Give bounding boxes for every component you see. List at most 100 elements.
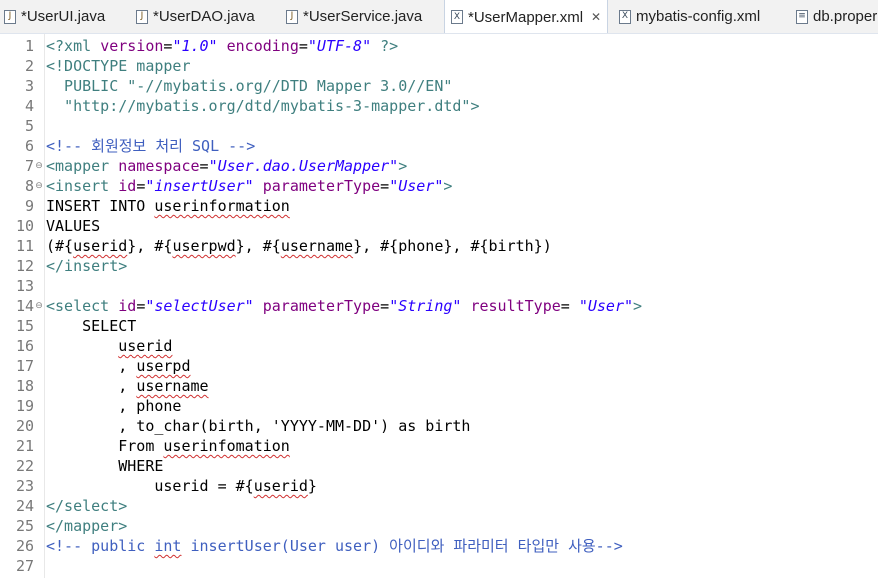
line-number: 25 xyxy=(15,517,34,535)
tag-close: > xyxy=(633,297,643,315)
attr-value: "String" xyxy=(389,297,462,315)
xml-comment: <!-- public xyxy=(46,537,155,555)
sql-text: VALUES xyxy=(46,217,101,235)
line-number: 15 xyxy=(15,317,34,335)
tag-close: > xyxy=(398,157,408,175)
attr-value: "User.dao.UserMapper" xyxy=(208,157,399,175)
close-tab-icon[interactable]: ✕ xyxy=(591,10,601,24)
attr-name: namespace xyxy=(118,157,200,175)
code-line-8: <insert id="insertUser" parameterType="U… xyxy=(46,176,452,196)
fold-toggle-icon[interactable]: ⊖ xyxy=(34,176,44,196)
sql-text: }, #{phone}, #{birth}) xyxy=(353,237,552,255)
attr-value: "insertUser" xyxy=(145,177,254,195)
spelling-warning: userid xyxy=(118,337,173,355)
spelling-warning: username xyxy=(280,237,354,255)
fold-toggle-icon[interactable]: ⊖ xyxy=(34,296,44,316)
attr-value: "selectUser" xyxy=(145,297,254,315)
code-line-6: <!-- 회원정보 처리 SQL --> xyxy=(46,136,255,156)
tab-label: *UserService.java xyxy=(303,8,423,25)
file-icon: ≡ xyxy=(796,9,808,24)
attr-name: id xyxy=(118,297,137,315)
xml-declaration-open: <?xml xyxy=(46,37,101,55)
line-number: 9 xyxy=(24,197,34,215)
code-line-15: SELECT xyxy=(46,316,136,336)
attr-value: "UTF-8" xyxy=(307,37,372,55)
line-number: 27 xyxy=(15,557,34,575)
sql-text: From xyxy=(46,437,164,455)
line-number: 21 xyxy=(15,437,34,455)
xml-comment: insertUser(User user) 아이디와 파라미터 타입만 사용--… xyxy=(181,537,623,555)
code-editor[interactable]: 1 2 3 4 5 6 7 8 9 10 11 12 13 14 15 16 1… xyxy=(0,34,878,578)
tab-db-properties[interactable]: ≡ db.proper xyxy=(796,0,877,33)
tag-open: <insert xyxy=(46,177,119,195)
spelling-warning: username xyxy=(136,377,209,395)
code-line-16: userid xyxy=(46,336,172,356)
tag-close: > xyxy=(443,177,453,195)
tab-label: db.proper xyxy=(813,8,878,25)
xml-comment: <!-- 회원정보 처리 SQL --> xyxy=(46,137,256,155)
tab-usermapper-xml[interactable]: X *UserMapper.xml ✕ xyxy=(444,0,609,33)
spelling-warning: userinfomation xyxy=(163,437,290,455)
tag-open: <select xyxy=(46,297,119,315)
line-number: 8 xyxy=(24,177,34,195)
line-number: 16 xyxy=(15,337,34,355)
sql-text: , to_char(birth, 'YYYY-MM-DD') as birth xyxy=(46,417,471,435)
code-line-9: INSERT INTO userinformation xyxy=(46,196,290,216)
sql-text: }, #{ xyxy=(235,237,281,255)
line-number: 7 xyxy=(24,157,34,175)
spelling-warning: userinformation xyxy=(154,197,290,215)
code-line-11: (#{userid}, #{userpwd}, #{username}, #{p… xyxy=(46,236,552,256)
attr-name: id xyxy=(118,177,137,195)
tab-label: mybatis-config.xml xyxy=(636,8,761,25)
doctype-public-id: "-//mybatis.org//DTD Mapper 3.0//EN" xyxy=(127,77,453,95)
spelling-warning: userpwd xyxy=(172,237,236,255)
tab-userui-java[interactable]: J *UserUI.java xyxy=(4,0,105,33)
line-number: 14 xyxy=(15,297,34,315)
tab-label: *UserMapper.xml xyxy=(468,8,584,26)
code-line-23: userid = #{userid} xyxy=(46,476,317,496)
code-line-4: "http://mybatis.org/dtd/mybatis-3-mapper… xyxy=(46,96,479,116)
line-number: 5 xyxy=(24,117,34,135)
doctype-system-id: "http://mybatis.org/dtd/mybatis-3-mapper… xyxy=(64,97,471,115)
equals: = xyxy=(380,297,390,315)
attr-name: encoding xyxy=(226,37,299,55)
line-number: 18 xyxy=(15,377,34,395)
code-line-22: WHERE xyxy=(46,456,163,476)
line-number: 19 xyxy=(15,397,34,415)
code-line-26: <!-- public int insertUser(User user) 아이… xyxy=(46,536,623,556)
line-number: 20 xyxy=(15,417,34,435)
sql-text: } xyxy=(307,477,317,495)
code-line-25: </mapper> xyxy=(46,516,127,536)
attr-name: parameterType xyxy=(262,177,381,195)
doctype: <!DOCTYPE mapper xyxy=(46,57,191,75)
tab-userservice-java[interactable]: J *UserService.java xyxy=(286,0,422,33)
spelling-warning: int xyxy=(154,537,182,555)
code-line-21: From userinfomation xyxy=(46,436,290,456)
line-number: 17 xyxy=(15,357,34,375)
code-line-1: <?xml version="1.0" encoding="UTF-8" ?> xyxy=(46,36,398,56)
tab-userdao-java[interactable]: J *UserDAO.java xyxy=(136,0,255,33)
doctype-close: > xyxy=(470,97,480,115)
tab-label: *UserUI.java xyxy=(21,8,106,25)
tab-mybatis-config-xml[interactable]: X mybatis-config.xml xyxy=(619,0,760,33)
tag-open: <mapper xyxy=(46,157,119,175)
line-number: 3 xyxy=(24,77,34,95)
code-line-7: <mapper namespace="User.dao.UserMapper"> xyxy=(46,156,407,176)
line-number: 1 xyxy=(24,37,34,55)
line-number: 10 xyxy=(15,217,34,235)
java-file-icon: J xyxy=(286,9,298,24)
code-line-19: , phone xyxy=(46,396,181,416)
code-line-17: , userpd xyxy=(46,356,190,376)
equals: = xyxy=(136,297,146,315)
tag-end: </select> xyxy=(46,497,128,515)
attr-name: version xyxy=(100,37,164,55)
fold-toggle-icon[interactable]: ⊖ xyxy=(34,156,44,176)
line-number: 12 xyxy=(15,257,34,275)
equals: = xyxy=(136,177,146,195)
attr-name: parameterType xyxy=(262,297,381,315)
editor-tab-bar: J *UserUI.java J *UserDAO.java J *UserSe… xyxy=(0,0,878,34)
line-number: 26 xyxy=(15,537,34,555)
